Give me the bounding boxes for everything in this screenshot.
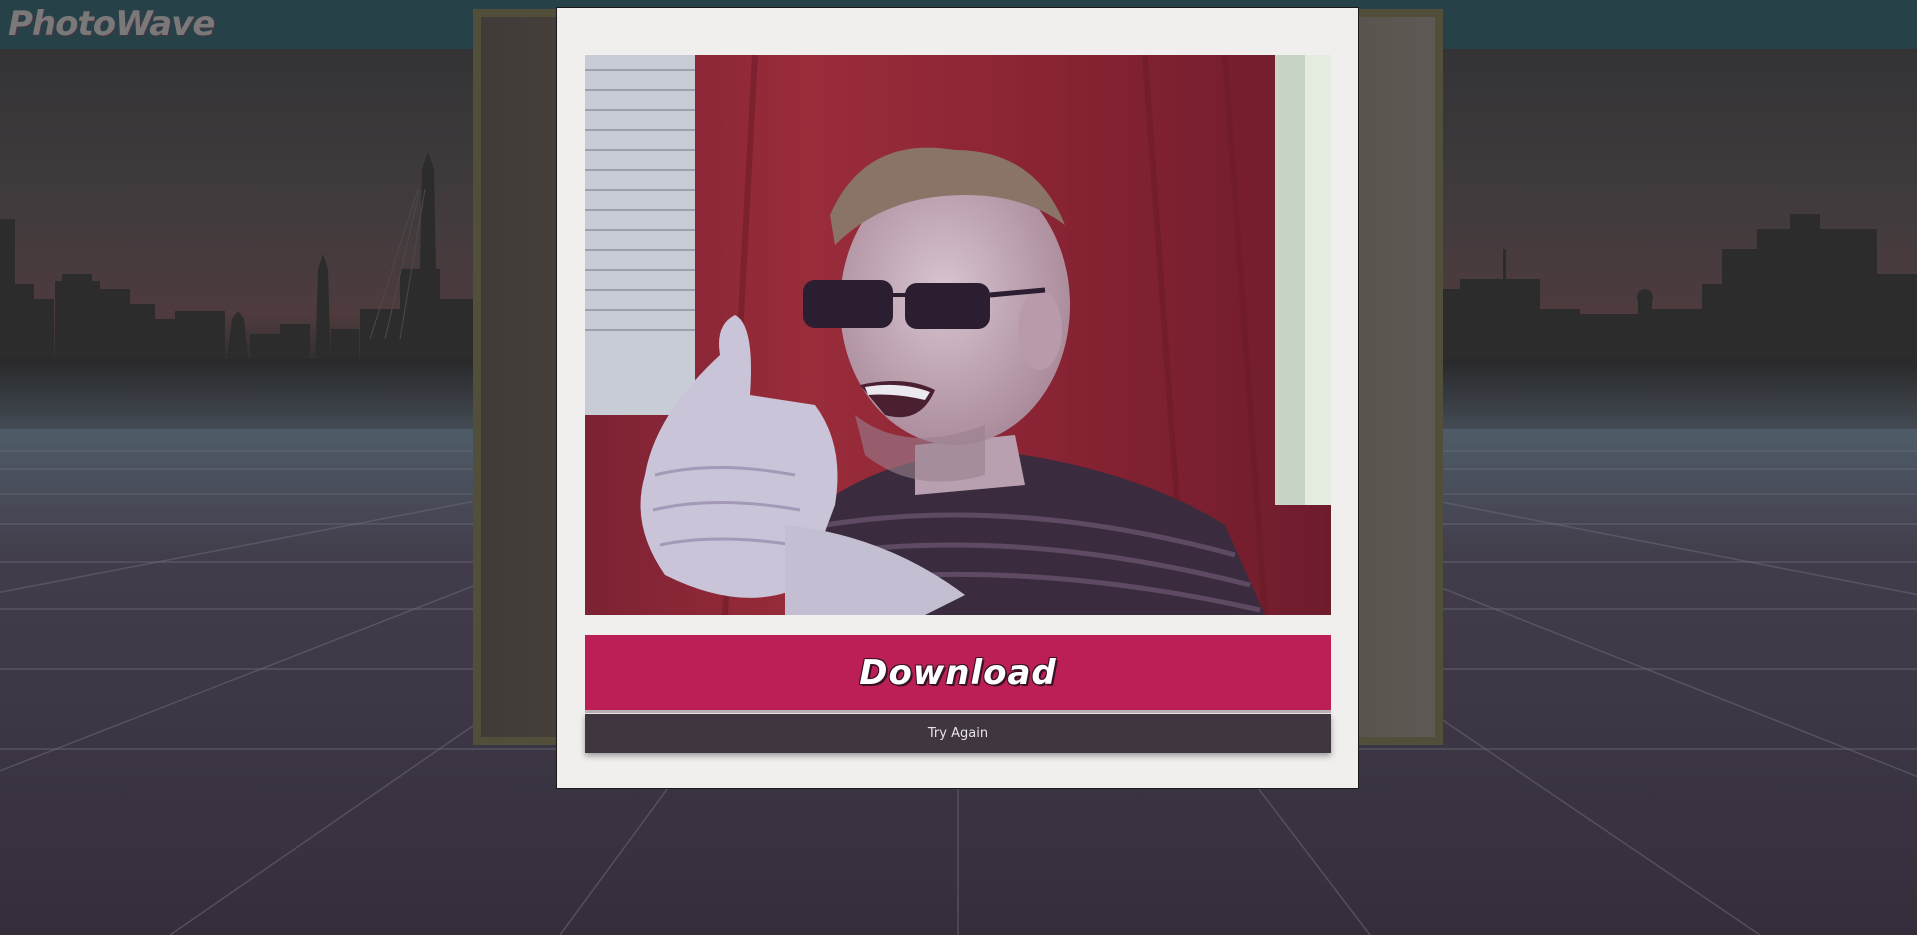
try-again-button-label: Try Again <box>927 726 989 741</box>
photo-result-modal: Download Try Again <box>556 7 1359 789</box>
download-button[interactable]: Download <box>585 635 1331 710</box>
captured-photo <box>585 55 1331 615</box>
download-button-label: Download <box>859 652 1057 693</box>
try-again-button[interactable]: Try Again <box>585 714 1331 753</box>
